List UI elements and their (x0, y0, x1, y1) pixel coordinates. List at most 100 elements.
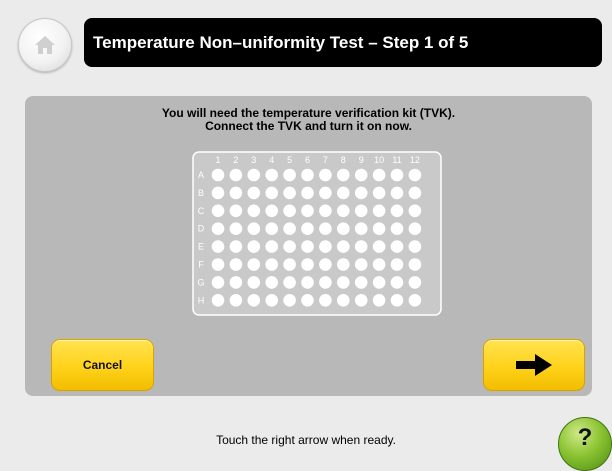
plate-well (283, 168, 296, 182)
plate-well (319, 204, 332, 218)
plate-well (301, 168, 314, 182)
help-button[interactable]: ? (558, 417, 612, 471)
plate-well (408, 294, 422, 307)
plate-row-label: D (198, 224, 205, 234)
plate-well (337, 222, 350, 235)
title-bar: Temperature Non–uniformity Test – Step 1… (84, 18, 602, 67)
plate-well (211, 294, 225, 307)
plate-well (337, 240, 350, 253)
plate-well (211, 258, 225, 271)
right-arrow-icon (516, 354, 552, 376)
plate-well (247, 222, 261, 235)
plate-well (283, 204, 296, 218)
plate-well (229, 222, 243, 235)
cancel-button[interactable]: Cancel (51, 339, 154, 391)
plate-well (229, 186, 243, 200)
plate-well (354, 240, 368, 253)
plate-well (283, 222, 296, 235)
plate-well (211, 222, 225, 235)
plate-well (283, 276, 296, 289)
plate-well (319, 240, 332, 253)
plate-well (337, 294, 350, 307)
help-icon: ? (577, 424, 593, 451)
plate-well (390, 222, 404, 235)
plate-well (408, 222, 422, 235)
plate-well (301, 222, 314, 235)
plate-row-label: C (198, 206, 205, 216)
plate-well (319, 222, 332, 235)
plate-well (372, 204, 386, 218)
plate-well (211, 168, 225, 182)
plate-column-label: 7 (323, 155, 328, 165)
plate-well (211, 240, 225, 253)
plate-well (408, 258, 422, 271)
plate-well (354, 168, 368, 182)
plate-well (301, 276, 314, 289)
plate-well (372, 240, 386, 253)
plate-column-label: 8 (341, 155, 346, 165)
next-arrow-button[interactable] (483, 339, 585, 391)
plate-well (283, 240, 296, 253)
plate-well (372, 276, 386, 289)
plate-well (408, 204, 422, 218)
plate-column-label: 4 (269, 155, 274, 165)
plate-well (319, 276, 332, 289)
plate-well (390, 168, 404, 182)
plate-well (390, 204, 404, 218)
plate-well (408, 186, 422, 200)
plate-column-label: 2 (233, 155, 238, 165)
plate-well (247, 204, 261, 218)
plate-well (283, 186, 296, 200)
plate-well (283, 258, 296, 271)
plate-well (354, 204, 368, 218)
footer-hint: Touch the right arrow when ready. (216, 433, 396, 447)
plate-well (283, 294, 296, 307)
plate-well (390, 186, 404, 200)
plate-column-label: 5 (287, 155, 292, 165)
plate-well (229, 276, 243, 289)
plate-well (319, 168, 332, 182)
plate-well (211, 186, 225, 200)
plate-well (211, 276, 225, 289)
plate-well (337, 168, 350, 182)
plate-column-label: 10 (374, 155, 384, 165)
main-panel: You will need the temperature verificati… (25, 96, 592, 396)
plate-well (265, 294, 278, 307)
plate-well (301, 258, 314, 271)
cancel-button-label: Cancel (82, 358, 123, 372)
plate-well (390, 276, 404, 289)
instruction-line-2: Connect the TVK and turn it on now. (205, 119, 412, 133)
plate-well (229, 204, 243, 218)
plate-row-label: G (197, 277, 204, 287)
plate-well (372, 294, 386, 307)
plate-well (265, 186, 278, 200)
plate-well (247, 258, 261, 271)
plate-column-label: 11 (392, 155, 401, 165)
plate-well (301, 204, 314, 218)
plate-well (354, 186, 368, 200)
plate-well (408, 276, 422, 289)
plate-well (247, 276, 261, 289)
plate-well (390, 258, 404, 271)
plate-row-label: A (198, 170, 204, 180)
plate-row-label: E (198, 242, 204, 252)
plate-well (390, 240, 404, 253)
plate-well (319, 258, 332, 271)
plate-column-label: 9 (359, 155, 364, 165)
plate-column-label: 1 (215, 155, 220, 165)
plate-well (229, 258, 243, 271)
instructions: You will need the temperature verificati… (25, 107, 592, 133)
plate-well (301, 294, 314, 307)
plate-row-label: B (198, 188, 204, 198)
home-icon (35, 36, 55, 54)
plate-well (247, 186, 261, 200)
plate-well (229, 294, 243, 307)
plate-well (354, 222, 368, 235)
plate-well (390, 294, 404, 307)
plate-well (372, 258, 386, 271)
plate-well (372, 222, 386, 235)
plate-well (265, 258, 278, 271)
plate-well (337, 276, 350, 289)
sample-plate-diagram: 1 2 3 4 5 6 7 8 9 10 11 12 ABCDEFGH (192, 151, 442, 316)
home-button[interactable] (18, 18, 72, 72)
